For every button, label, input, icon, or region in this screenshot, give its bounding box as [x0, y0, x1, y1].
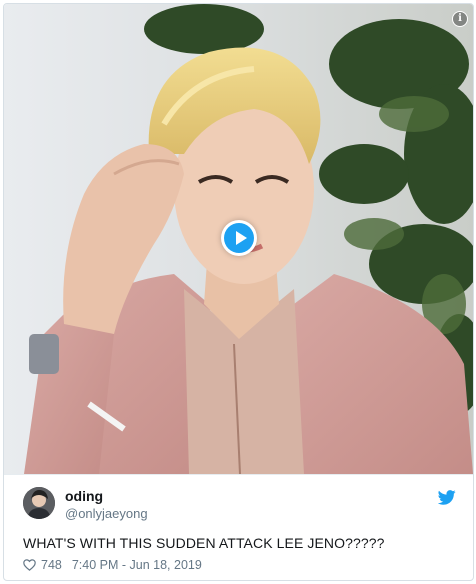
video-media[interactable]: i: [4, 4, 473, 474]
timestamp[interactable]: 7:40 PM - Jun 18, 2019: [72, 558, 202, 572]
play-button[interactable]: [221, 220, 257, 256]
twitter-bird-icon[interactable]: [438, 490, 456, 505]
tweet-text: WHAT'S WITH THIS SUDDEN ATTACK LEE JENO?…: [23, 535, 385, 551]
tweet-card[interactable]: i oding @onlyjaeyong WHAT'S WITH THIS SU…: [3, 3, 474, 581]
heart-icon[interactable]: [23, 559, 36, 571]
tweet-footer: oding @onlyjaeyong WHAT'S WITH THIS SUDD…: [4, 474, 473, 580]
info-icon[interactable]: i: [452, 11, 468, 27]
user-handle[interactable]: @onlyjaeyong: [65, 506, 148, 521]
like-count: 748: [41, 558, 62, 572]
play-icon: [224, 223, 254, 253]
tweet-meta: 748 7:40 PM - Jun 18, 2019: [23, 558, 202, 572]
display-name[interactable]: oding: [65, 488, 103, 504]
avatar[interactable]: [23, 487, 55, 519]
